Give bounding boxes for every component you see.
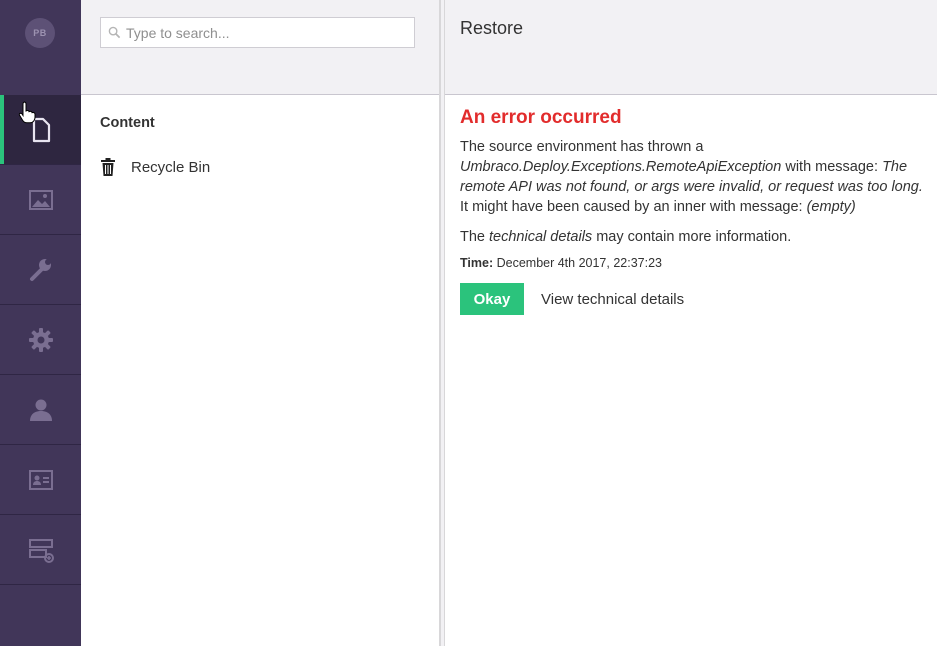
section-settings[interactable] (0, 235, 81, 305)
error-time: Time: December 4th 2017, 22:37:23 (460, 256, 662, 270)
page-title: Restore (460, 18, 524, 38)
tree-item-label: Recycle Bin (131, 158, 211, 176)
section-rail: PB (0, 0, 81, 646)
document-icon (32, 117, 50, 142)
image-icon (28, 189, 53, 210)
tree-root-title[interactable]: Content (100, 115, 155, 131)
section-developer[interactable] (0, 305, 81, 375)
error-content: An error occurred The source environment… (460, 107, 930, 315)
user-icon (29, 399, 52, 421)
okay-button[interactable]: Okay (460, 283, 524, 315)
main-panel: Restore An error occurred The source env… (445, 0, 937, 646)
search-input[interactable] (126, 24, 406, 41)
wrench-icon (29, 258, 51, 281)
tree-header (81, 0, 439, 95)
trash-icon (101, 158, 115, 176)
details-hint: The technical details may contain more i… (460, 229, 792, 245)
section-media[interactable] (0, 165, 81, 235)
id-card-icon (28, 469, 53, 490)
error-message: The source environment has thrown a Umbr… (460, 139, 923, 215)
section-users[interactable] (0, 375, 81, 445)
add-list-icon (28, 538, 54, 563)
tree-item-recycle-bin[interactable]: Recycle Bin (100, 158, 210, 176)
main-header: Restore (445, 0, 937, 95)
error-title: An error occurred (460, 107, 622, 128)
user-avatar[interactable]: PB (25, 18, 55, 48)
section-content[interactable] (0, 95, 81, 165)
tree-panel: Content Recycle Bin (81, 0, 440, 646)
gear-icon (28, 327, 53, 352)
view-technical-details-button[interactable]: View technical details (541, 291, 684, 308)
search-box[interactable] (100, 17, 415, 48)
section-forms[interactable] (0, 515, 81, 585)
error-actions: Okay View technical details (460, 283, 930, 315)
section-members[interactable] (0, 445, 81, 515)
search-icon (108, 26, 121, 39)
